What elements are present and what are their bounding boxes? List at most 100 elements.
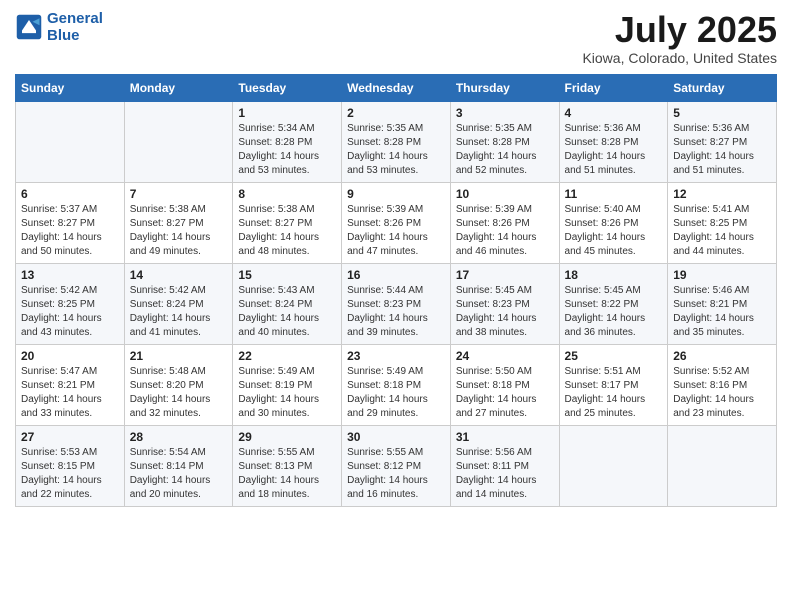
cell-details: Sunrise: 5:53 AM Sunset: 8:15 PM Dayligh… — [21, 446, 119, 502]
day-number: 24 — [456, 349, 554, 363]
cell-details: Sunrise: 5:44 AM Sunset: 8:23 PM Dayligh… — [347, 284, 445, 340]
calendar-cell: 2 Sunrise: 5:35 AM Sunset: 8:28 PM Daylig… — [342, 101, 451, 182]
day-number: 11 — [565, 187, 663, 201]
calendar-cell: 7 Sunrise: 5:38 AM Sunset: 8:27 PM Daylig… — [124, 182, 233, 263]
calendar-cell: 13 Sunrise: 5:42 AM Sunset: 8:25 PM Dayli… — [16, 263, 125, 344]
calendar-table: Sunday Monday Tuesday Wednesday Thursday… — [15, 74, 777, 507]
col-wednesday: Wednesday — [342, 74, 451, 101]
cell-details: Sunrise: 5:41 AM Sunset: 8:25 PM Dayligh… — [673, 203, 771, 259]
day-number: 18 — [565, 268, 663, 282]
cell-details: Sunrise: 5:49 AM Sunset: 8:19 PM Dayligh… — [238, 365, 336, 421]
calendar-cell: 15Sunrise: 5:43 AM Sunset: 8:24 PM Dayli… — [233, 263, 342, 344]
cell-details: Sunrise: 5:46 AM Sunset: 8:21 PM Dayligh… — [673, 284, 771, 340]
calendar-cell: 10 Sunrise: 5:39 AM Sunset: 8:26 PM Dayli… — [450, 182, 559, 263]
calendar-cell: 31 Sunrise: 5:56 AM Sunset: 8:11 PM Dayli… — [450, 425, 559, 506]
day-number: 23 — [347, 349, 445, 363]
day-number: 28 — [130, 430, 228, 444]
calendar-cell: 14Sunrise: 5:42 AM Sunset: 8:24 PM Dayli… — [124, 263, 233, 344]
calendar-cell — [668, 425, 777, 506]
day-number: 25 — [565, 349, 663, 363]
day-number: 14 — [130, 268, 228, 282]
logo-icon — [15, 13, 43, 41]
calendar-cell: 11 Sunrise: 5:40 AM Sunset: 8:26 PM Dayli… — [559, 182, 668, 263]
day-number: 26 — [673, 349, 771, 363]
cell-details: Sunrise: 5:42 AM Sunset: 8:25 PM Dayligh… — [21, 284, 119, 340]
cell-details: Sunrise: 5:38 AM Sunset: 8:27 PM Dayligh… — [130, 203, 228, 259]
cell-details: Sunrise: 5:55 AM Sunset: 8:12 PM Dayligh… — [347, 446, 445, 502]
day-number: 15 — [238, 268, 336, 282]
col-monday: Monday — [124, 74, 233, 101]
header: General Blue July 2025 Kiowa, Colorado, … — [15, 10, 777, 66]
day-number: 20 — [21, 349, 119, 363]
day-number: 5 — [673, 106, 771, 120]
calendar-cell: 12Sunrise: 5:41 AM Sunset: 8:25 PM Dayli… — [668, 182, 777, 263]
cell-details: Sunrise: 5:39 AM Sunset: 8:26 PM Dayligh… — [456, 203, 554, 259]
cell-details: Sunrise: 5:36 AM Sunset: 8:28 PM Dayligh… — [565, 122, 663, 178]
day-number: 10 — [456, 187, 554, 201]
cell-details: Sunrise: 5:35 AM Sunset: 8:28 PM Dayligh… — [347, 122, 445, 178]
day-number: 13 — [21, 268, 119, 282]
cell-details: Sunrise: 5:45 AM Sunset: 8:22 PM Dayligh… — [565, 284, 663, 340]
cell-details: Sunrise: 5:54 AM Sunset: 8:14 PM Dayligh… — [130, 446, 228, 502]
cell-details: Sunrise: 5:56 AM Sunset: 8:11 PM Dayligh… — [456, 446, 554, 502]
col-sunday: Sunday — [16, 74, 125, 101]
subtitle: Kiowa, Colorado, United States — [582, 50, 777, 66]
calendar-cell: 9 Sunrise: 5:39 AM Sunset: 8:26 PM Daylig… — [342, 182, 451, 263]
week-row-1: 1 Sunrise: 5:34 AM Sunset: 8:28 PM Daylig… — [16, 101, 777, 182]
day-number: 19 — [673, 268, 771, 282]
day-number: 22 — [238, 349, 336, 363]
calendar-cell: 25Sunrise: 5:51 AM Sunset: 8:17 PM Dayli… — [559, 344, 668, 425]
calendar-cell: 6 Sunrise: 5:37 AM Sunset: 8:27 PM Daylig… — [16, 182, 125, 263]
calendar-cell: 27 Sunrise: 5:53 AM Sunset: 8:15 PM Dayli… — [16, 425, 125, 506]
header-row: Sunday Monday Tuesday Wednesday Thursday… — [16, 74, 777, 101]
calendar-cell — [124, 101, 233, 182]
cell-details: Sunrise: 5:55 AM Sunset: 8:13 PM Dayligh… — [238, 446, 336, 502]
calendar-cell: 22 Sunrise: 5:49 AM Sunset: 8:19 PM Dayli… — [233, 344, 342, 425]
col-thursday: Thursday — [450, 74, 559, 101]
calendar-cell: 1 Sunrise: 5:34 AM Sunset: 8:28 PM Daylig… — [233, 101, 342, 182]
cell-details: Sunrise: 5:36 AM Sunset: 8:27 PM Dayligh… — [673, 122, 771, 178]
day-number: 6 — [21, 187, 119, 201]
calendar-cell: 21Sunrise: 5:48 AM Sunset: 8:20 PM Dayli… — [124, 344, 233, 425]
cell-details: Sunrise: 5:47 AM Sunset: 8:21 PM Dayligh… — [21, 365, 119, 421]
calendar-cell — [16, 101, 125, 182]
calendar-page: General Blue July 2025 Kiowa, Colorado, … — [0, 0, 792, 612]
calendar-cell: 18 Sunrise: 5:45 AM Sunset: 8:22 PM Dayli… — [559, 263, 668, 344]
calendar-cell: 4 Sunrise: 5:36 AM Sunset: 8:28 PM Daylig… — [559, 101, 668, 182]
day-number: 7 — [130, 187, 228, 201]
cell-details: Sunrise: 5:40 AM Sunset: 8:26 PM Dayligh… — [565, 203, 663, 259]
cell-details: Sunrise: 5:49 AM Sunset: 8:18 PM Dayligh… — [347, 365, 445, 421]
cell-details: Sunrise: 5:35 AM Sunset: 8:28 PM Dayligh… — [456, 122, 554, 178]
day-number: 17 — [456, 268, 554, 282]
day-number: 9 — [347, 187, 445, 201]
day-number: 30 — [347, 430, 445, 444]
col-tuesday: Tuesday — [233, 74, 342, 101]
day-number: 27 — [21, 430, 119, 444]
day-number: 16 — [347, 268, 445, 282]
week-row-3: 13 Sunrise: 5:42 AM Sunset: 8:25 PM Dayli… — [16, 263, 777, 344]
logo: General Blue — [15, 10, 103, 45]
calendar-cell — [559, 425, 668, 506]
col-friday: Friday — [559, 74, 668, 101]
day-number: 1 — [238, 106, 336, 120]
cell-details: Sunrise: 5:52 AM Sunset: 8:16 PM Dayligh… — [673, 365, 771, 421]
calendar-cell: 3 Sunrise: 5:35 AM Sunset: 8:28 PM Daylig… — [450, 101, 559, 182]
day-number: 4 — [565, 106, 663, 120]
cell-details: Sunrise: 5:37 AM Sunset: 8:27 PM Dayligh… — [21, 203, 119, 259]
col-saturday: Saturday — [668, 74, 777, 101]
day-number: 3 — [456, 106, 554, 120]
cell-details: Sunrise: 5:39 AM Sunset: 8:26 PM Dayligh… — [347, 203, 445, 259]
day-number: 31 — [456, 430, 554, 444]
day-number: 2 — [347, 106, 445, 120]
calendar-cell: 17Sunrise: 5:45 AM Sunset: 8:23 PM Dayli… — [450, 263, 559, 344]
calendar-cell: 29 Sunrise: 5:55 AM Sunset: 8:13 PM Dayli… — [233, 425, 342, 506]
calendar-cell: 5 Sunrise: 5:36 AM Sunset: 8:27 PM Daylig… — [668, 101, 777, 182]
calendar-cell: 24Sunrise: 5:50 AM Sunset: 8:18 PM Dayli… — [450, 344, 559, 425]
calendar-cell: 16 Sunrise: 5:44 AM Sunset: 8:23 PM Dayli… — [342, 263, 451, 344]
calendar-cell: 28 Sunrise: 5:54 AM Sunset: 8:14 PM Dayli… — [124, 425, 233, 506]
cell-details: Sunrise: 5:34 AM Sunset: 8:28 PM Dayligh… — [238, 122, 336, 178]
day-number: 29 — [238, 430, 336, 444]
cell-details: Sunrise: 5:38 AM Sunset: 8:27 PM Dayligh… — [238, 203, 336, 259]
calendar-cell: 26 Sunrise: 5:52 AM Sunset: 8:16 PM Dayli… — [668, 344, 777, 425]
week-row-2: 6 Sunrise: 5:37 AM Sunset: 8:27 PM Daylig… — [16, 182, 777, 263]
